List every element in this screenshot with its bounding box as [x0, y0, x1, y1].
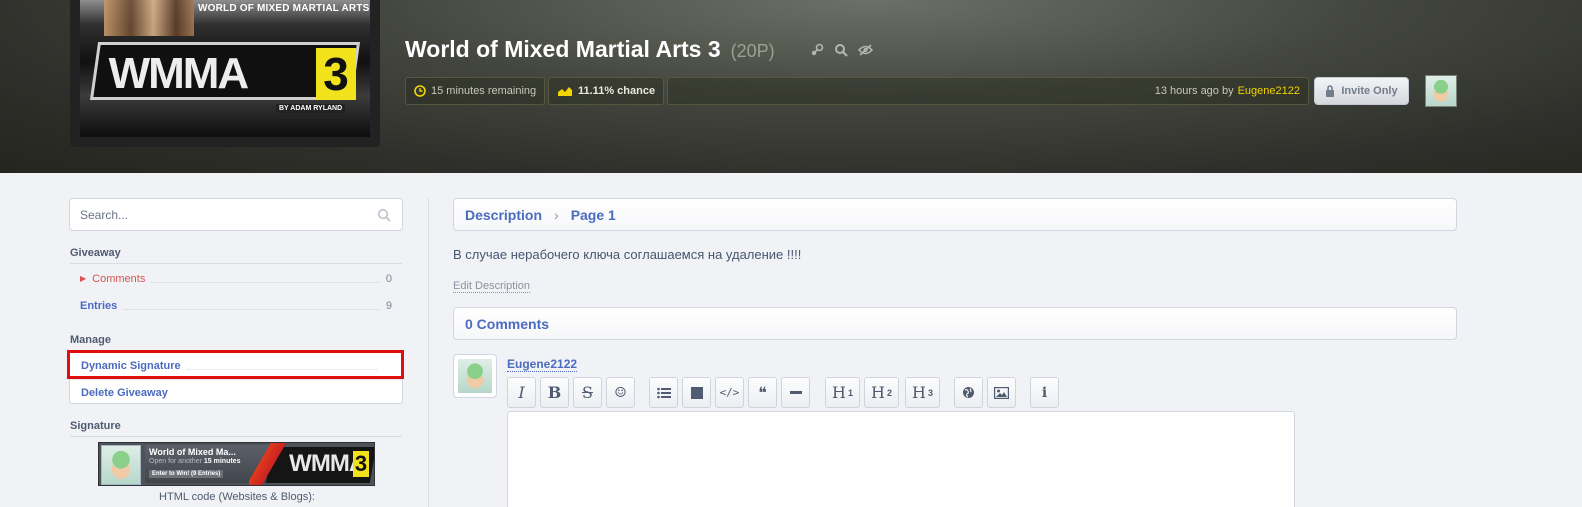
chart-icon — [557, 86, 573, 97]
chevron-right-icon: › — [554, 206, 559, 223]
game-logo-text: WMMA — [108, 49, 248, 98]
help-button[interactable]: i — [1030, 377, 1059, 408]
comment-avatar[interactable] — [453, 354, 497, 398]
quote-button[interactable]: ❝ — [748, 377, 777, 408]
manage-heading: Manage — [70, 334, 111, 346]
comments-header: 0 Comments — [453, 307, 1457, 340]
bold-button[interactable]: B — [540, 377, 569, 408]
heading1-button[interactable]: H1 — [825, 377, 860, 408]
column-divider — [428, 198, 429, 507]
caret-right-icon: ▶ — [80, 274, 87, 283]
game-cover-art: WORLD OF MIXED MARTIAL ARTS WMMA 3 BY AD… — [80, 0, 370, 137]
italic-button[interactable]: I — [507, 377, 536, 408]
heading2-button[interactable]: H2 — [864, 377, 899, 408]
giveaway-description: В случае нерабочего ключа соглашаемся на… — [453, 247, 802, 262]
image-button[interactable] — [987, 377, 1016, 408]
spoiler-button[interactable] — [682, 377, 711, 408]
points-cost: (20P) — [730, 41, 775, 61]
search-icon[interactable] — [377, 208, 391, 227]
invite-only-badge[interactable]: Invite Only — [1314, 77, 1409, 105]
highlight-box — [67, 350, 404, 379]
sidebar-item-label: Comments — [92, 272, 146, 285]
comments-count: 0 — [385, 272, 392, 285]
title-icons — [808, 42, 874, 58]
comment-username[interactable]: Eugene2122 — [507, 357, 578, 372]
giveaway-heading: Giveaway — [70, 247, 402, 264]
manage-item-label: Delete Giveaway — [81, 386, 168, 399]
search-icon[interactable] — [832, 42, 850, 58]
breadcrumb-page[interactable]: Page 1 — [571, 207, 616, 223]
sidebar-item-entries[interactable]: Entries 9 — [70, 293, 402, 318]
time-remaining-badge: 15 minutes remaining — [405, 77, 546, 105]
comments-title: 0 Comments — [465, 315, 550, 332]
title-row: World of Mixed Martial Arts 3 (20P) — [405, 36, 775, 63]
signature-subtitle: Open for another 15 minutes — [149, 458, 241, 465]
created-info: 13 hours ago by Eugene2122 — [667, 77, 1309, 105]
giveaway-header: WORLD OF MIXED MARTIAL ARTS WMMA 3 BY AD… — [0, 0, 1582, 173]
signature-enter: Enter to Win! (9 Entries) — [149, 470, 224, 478]
signature-logo-number: 3 — [353, 451, 369, 477]
horizontal-rule-button[interactable] — [781, 377, 810, 408]
signature-avatar — [101, 445, 141, 485]
hr-icon — [789, 390, 802, 394]
entries-count: 9 — [385, 299, 392, 312]
list-icon — [656, 387, 671, 398]
heading3-button[interactable]: H3 — [905, 377, 940, 408]
globe-icon — [963, 387, 974, 398]
time-remaining-text: 15 minutes remaining — [431, 85, 537, 97]
lock-icon — [1326, 85, 1335, 97]
signature-title: World of Mixed Ma... — [149, 447, 236, 457]
image-icon — [994, 386, 1009, 399]
creator-link[interactable]: Eugene2122 — [1238, 85, 1300, 97]
game-title[interactable]: World of Mixed Martial Arts 3 — [405, 36, 721, 63]
comment-textarea[interactable] — [507, 411, 1295, 507]
delete-giveaway-link[interactable]: Delete Giveaway — [70, 379, 402, 405]
signature-image[interactable]: World of Mixed Ma... Open for another 15… — [98, 442, 375, 486]
fighters-artwork — [104, 0, 194, 36]
game-art-byline: BY ADAM RYLAND — [276, 104, 346, 113]
creator-avatar[interactable] — [1425, 75, 1457, 107]
emoji-button[interactable]: ☺ — [606, 377, 635, 408]
breadcrumb: Description › Page 1 — [453, 198, 1457, 231]
invite-only-label: Invite Only — [1341, 85, 1398, 97]
html-code-label: HTML code (Websites & Blogs): — [159, 491, 315, 503]
hide-icon[interactable] — [856, 42, 874, 58]
created-text: 13 hours ago by — [1154, 85, 1234, 97]
search-input[interactable] — [80, 199, 360, 230]
link-button[interactable] — [954, 377, 983, 408]
chance-text: 11.11% chance — [578, 85, 656, 97]
search-box — [69, 198, 403, 231]
list-button[interactable] — [649, 377, 678, 408]
clock-icon — [414, 85, 426, 97]
game-art-banner: WORLD OF MIXED MARTIAL ARTS — [198, 3, 370, 14]
sidebar-item-label: Entries — [80, 299, 118, 312]
game-image[interactable]: WORLD OF MIXED MARTIAL ARTS WMMA 3 BY AD… — [70, 0, 380, 147]
steam-icon[interactable] — [808, 42, 826, 58]
edit-description-link[interactable]: Edit Description — [453, 280, 531, 293]
sidebar-item-comments[interactable]: ▶ Comments 0 — [70, 266, 402, 291]
game-logo-number: 3 — [316, 48, 356, 100]
breadcrumb-description[interactable]: Description — [465, 207, 542, 223]
square-icon — [690, 386, 703, 399]
chance-badge: 11.11% chance — [548, 77, 665, 105]
strikethrough-button[interactable]: S — [573, 377, 602, 408]
code-button[interactable]: </> — [715, 377, 744, 408]
signature-heading: Signature — [70, 420, 402, 437]
